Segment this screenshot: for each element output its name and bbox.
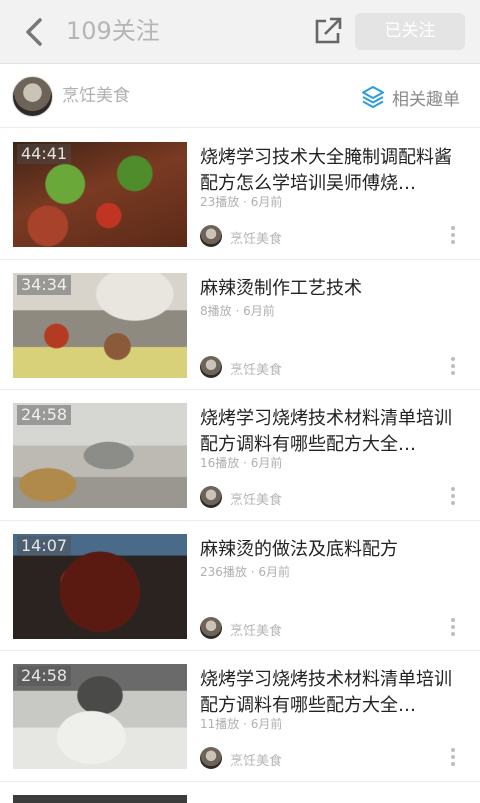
video-thumbnail[interactable]: 24:58 <box>13 664 187 769</box>
share-icon[interactable] <box>312 15 344 47</box>
source-avatar[interactable] <box>200 486 222 508</box>
related-list-link[interactable]: 相关趣单 <box>360 84 460 110</box>
video-meta: 16播放 · 6月前 <box>200 456 283 470</box>
back-arrow-icon[interactable] <box>18 14 50 50</box>
top-bar: 109关注 已关注 <box>0 0 480 64</box>
list-item-partial[interactable] <box>0 783 480 803</box>
publish-time: 6月前 <box>258 564 290 579</box>
source-name[interactable]: 烹饪美食 <box>230 359 282 378</box>
channel-header[interactable]: 烹饪美食 相关趣单 <box>0 64 480 128</box>
play-count: 16播放 <box>200 456 240 470</box>
video-thumbnail[interactable] <box>13 795 187 803</box>
video-duration: 14:07 <box>17 535 72 556</box>
video-title[interactable]: 麻辣烫的做法及底料配方 <box>200 537 465 563</box>
more-options-icon[interactable] <box>448 223 458 247</box>
more-options-icon[interactable] <box>448 615 458 639</box>
play-count: 8播放 <box>200 303 232 318</box>
video-title[interactable]: 烧烤学习技术大全腌制调配料酱配方怎么学培训吴师傅烧… <box>200 145 465 197</box>
video-duration: 24:58 <box>17 405 72 425</box>
list-item[interactable]: 24:58 烧烤学习烧烤技术材料清单培训配方调料有哪些配方大全… 16播放 · … <box>0 390 480 521</box>
video-title[interactable]: 烧烤学习烧烤技术材料清单培训配方调料有哪些配方大全… <box>200 667 465 719</box>
followed-button[interactable]: 已关注 <box>355 13 465 50</box>
layers-icon <box>362 86 384 108</box>
source-name[interactable]: 烹饪美食 <box>230 750 282 769</box>
source-name[interactable]: 烹饪美食 <box>230 228 282 247</box>
source-avatar[interactable] <box>200 225 222 247</box>
video-duration: 34:34 <box>17 274 72 295</box>
publish-time: 6月前 <box>250 195 283 209</box>
video-thumbnail[interactable]: 24:58 <box>13 403 187 508</box>
video-meta: 23播放 · 6月前 <box>200 195 283 209</box>
video-thumbnail[interactable]: 14:07 <box>13 533 187 639</box>
video-duration: 24:58 <box>17 666 72 686</box>
avatar[interactable] <box>12 76 53 117</box>
video-thumbnail[interactable]: 44:41 <box>13 142 187 247</box>
more-options-icon[interactable] <box>448 745 458 769</box>
channel-name[interactable]: 烹饪美食 <box>62 84 130 108</box>
video-meta: 11播放 · 6月前 <box>200 717 283 731</box>
video-title[interactable]: 烧烤学习烧烤技术材料清单培训配方调料有哪些配方大全… <box>200 406 465 458</box>
more-options-icon[interactable] <box>448 354 458 378</box>
video-duration: 44:41 <box>17 144 72 164</box>
video-list: 44:41 烧烤学习技术大全腌制调配料酱配方怎么学培训吴师傅烧… 23播放 · … <box>0 129 480 782</box>
video-meta: 236播放 · 6月前 <box>200 564 290 579</box>
video-meta: 8播放 · 6月前 <box>200 303 275 318</box>
play-count: 236播放 <box>200 564 247 579</box>
list-item[interactable]: 24:58 烧烤学习烧烤技术材料清单培训配方调料有哪些配方大全… 11播放 · … <box>0 651 480 782</box>
publish-time: 6月前 <box>250 456 283 470</box>
source-name[interactable]: 烹饪美食 <box>230 489 282 508</box>
source-avatar[interactable] <box>200 355 222 378</box>
source-avatar[interactable] <box>200 747 222 769</box>
list-item[interactable]: 34:34 麻辣烫制作工艺技术 8播放 · 6月前 烹饪美食 <box>0 260 480 390</box>
list-item[interactable]: 44:41 烧烤学习技术大全腌制调配料酱配方怎么学培训吴师傅烧… 23播放 · … <box>0 129 480 260</box>
source-name[interactable]: 烹饪美食 <box>230 620 282 639</box>
play-count: 11播放 <box>200 717 240 731</box>
publish-time: 6月前 <box>250 717 283 731</box>
related-list-label: 相关趣单 <box>392 89 460 110</box>
list-item[interactable]: 14:07 麻辣烫的做法及底料配方 236播放 · 6月前 烹饪美食 <box>0 521 480 651</box>
video-title[interactable]: 麻辣烫制作工艺技术 <box>200 276 465 302</box>
play-count: 23播放 <box>200 195 240 209</box>
page-title: 109关注 <box>66 17 160 45</box>
source-avatar[interactable] <box>200 616 222 639</box>
publish-time: 6月前 <box>243 303 275 318</box>
more-options-icon[interactable] <box>448 484 458 508</box>
video-thumbnail[interactable]: 34:34 <box>13 272 187 378</box>
